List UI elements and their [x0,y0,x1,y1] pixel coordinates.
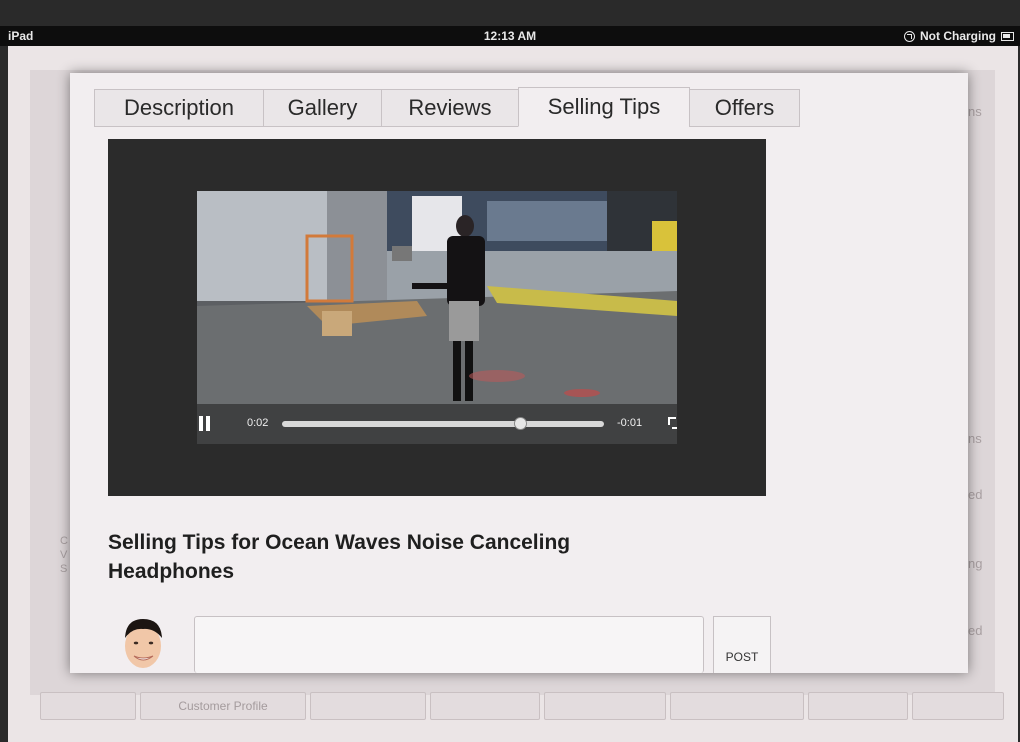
remaining-time: -0:01 [617,417,643,429]
post-button[interactable]: POST [713,616,771,673]
elapsed-time: 0:02 [247,417,269,429]
bg-tab [544,692,666,720]
rotation-lock-icon [904,30,915,42]
tab-gallery[interactable]: Gallery [263,89,382,127]
bg-tab [912,692,1004,720]
bg-fragment: ng [968,556,983,571]
tab-selling-tips[interactable]: Selling Tips [518,87,690,127]
bg-fragment: ns [968,104,982,119]
bg-fragment: ed [968,487,983,502]
bg-tab [670,692,804,720]
status-bar: iPad 12:13 AM Not Charging [0,26,1020,46]
bg-tab-customer-profile: Customer Profile [140,692,306,720]
bg-tab [808,692,908,720]
battery-icon [1001,31,1014,41]
bg-fragment: C [60,535,68,547]
bg-fragment: ed [968,623,983,638]
progress-scrubber[interactable] [282,417,604,430]
bg-fragment: ns [968,431,982,446]
video-frame[interactable]: 0:02 -0:01 [197,191,677,444]
comment-input[interactable] [194,616,704,673]
scrubber-knob[interactable] [513,417,527,430]
bg-tab [310,692,426,720]
bg-fragment: S [60,563,68,575]
fullscreen-icon[interactable] [667,416,677,430]
battery-status: Not Charging [904,29,1014,43]
clock: 12:13 AM [483,29,537,43]
tab-offers[interactable]: Offers [689,89,800,127]
bg-fragment: V [60,549,68,561]
battery-label: Not Charging [920,29,996,43]
video-controls: 0:02 -0:01 [197,404,677,444]
bg-tab [430,692,540,720]
user-avatar-image [120,616,167,672]
background-bottom-tabs: Customer Profile [40,692,1004,720]
modal-tabs: Description Gallery Reviews Selling Tips… [94,87,800,127]
video-player[interactable]: 0:02 -0:01 [108,139,766,496]
pause-icon[interactable] [199,416,211,432]
page-title: Selling Tips for Ocean Waves Noise Cance… [108,531,571,583]
bg-tab [40,692,136,720]
avatar [120,616,167,672]
tab-description[interactable]: Description [94,89,264,127]
tab-reviews[interactable]: Reviews [381,89,519,127]
product-detail-modal: Description Gallery Reviews Selling Tips… [70,73,968,673]
